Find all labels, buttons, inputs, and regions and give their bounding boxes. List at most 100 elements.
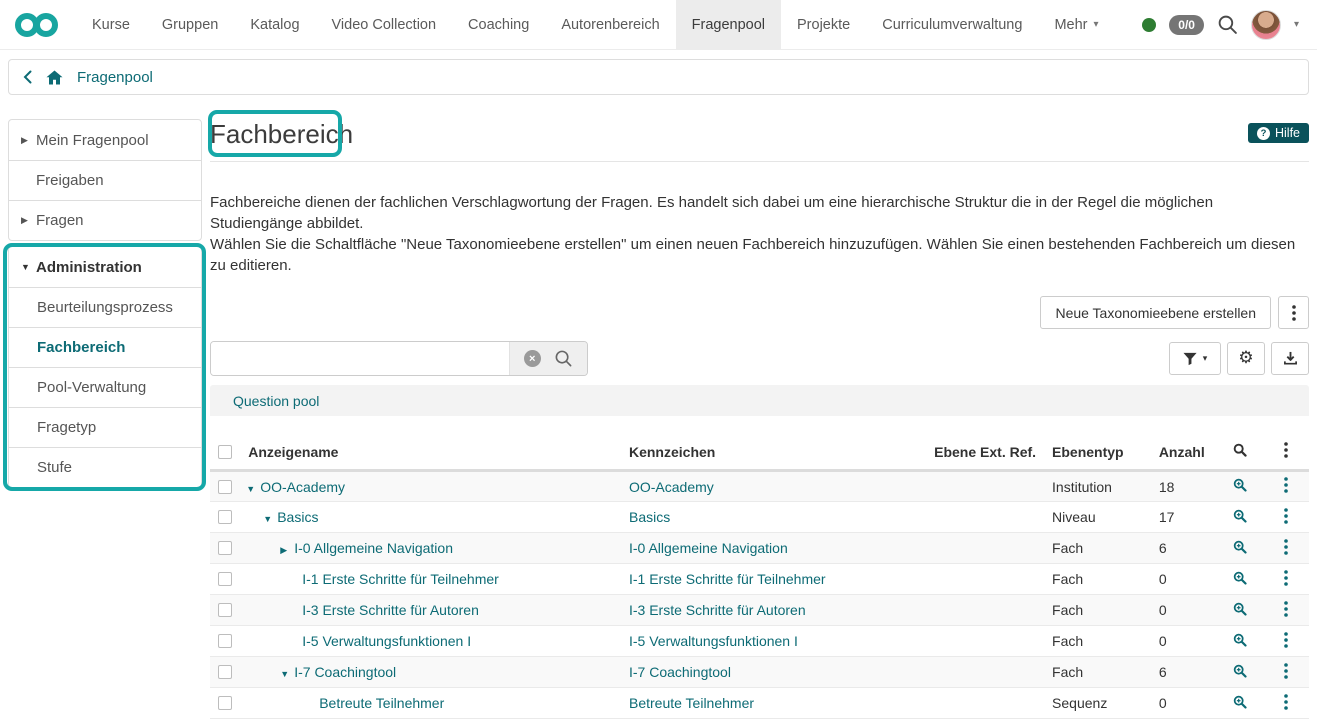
taxonomy-code-link[interactable]: I-5 Verwaltungsfunktionen I bbox=[629, 633, 798, 649]
zoom-icon[interactable] bbox=[1233, 540, 1247, 554]
tree-root-link[interactable]: Question pool bbox=[233, 393, 319, 409]
sidebar-item-freigaben[interactable]: Freigaben bbox=[9, 160, 201, 200]
search-icon[interactable] bbox=[1217, 14, 1238, 35]
row-checkbox[interactable] bbox=[218, 696, 232, 710]
triangle-down-icon[interactable]: ▼ bbox=[280, 669, 294, 679]
zoom-icon[interactable] bbox=[1233, 478, 1247, 492]
nav-item-autorenbereich[interactable]: Autorenbereich bbox=[545, 0, 675, 49]
nav-item-kurse[interactable]: Kurse bbox=[76, 0, 146, 49]
breadcrumb-item-fragenpool[interactable]: Fragenpool bbox=[77, 69, 153, 86]
zoom-icon[interactable] bbox=[1233, 633, 1247, 647]
menu-dots-icon[interactable] bbox=[1284, 663, 1288, 679]
cell-kennzeichen: Basics bbox=[621, 502, 893, 533]
zoom-icon[interactable] bbox=[1233, 602, 1247, 616]
triangle-right-icon[interactable]: ▶ bbox=[280, 545, 294, 556]
triangle-down-icon[interactable]: ▼ bbox=[263, 514, 277, 524]
help-button[interactable]: ? Hilfe bbox=[1248, 123, 1309, 143]
menu-dots-icon[interactable] bbox=[1284, 508, 1288, 524]
row-checkbox[interactable] bbox=[218, 510, 232, 524]
row-checkbox[interactable] bbox=[218, 665, 232, 679]
sidebar-item-fachbereich[interactable]: Fachbereich bbox=[9, 327, 201, 367]
taxonomy-code-link[interactable]: I-7 Coachingtool bbox=[629, 664, 731, 680]
nav-item-video-collection[interactable]: Video Collection bbox=[316, 0, 453, 49]
menu-dots-icon[interactable] bbox=[1284, 601, 1288, 617]
header-zoom-icon[interactable] bbox=[1233, 443, 1247, 457]
taxonomy-name-link[interactable]: Betreute Teilnehmer bbox=[319, 695, 444, 711]
sidebar-item-mein-fragenpool[interactable]: ▶Mein Fragenpool bbox=[9, 120, 201, 160]
taxonomy-code-link[interactable]: OO-Academy bbox=[629, 479, 714, 495]
sidebar-item-label: Fragen bbox=[36, 212, 84, 229]
nav-item-gruppen[interactable]: Gruppen bbox=[146, 0, 234, 49]
zoom-icon[interactable] bbox=[1233, 571, 1247, 585]
taxonomy-name-link[interactable]: I-0 Allgemeine Navigation bbox=[294, 540, 453, 556]
cell-kennzeichen: Betreute Teilnehmer bbox=[621, 688, 893, 719]
cell-anzahl: 0 bbox=[1151, 564, 1217, 595]
download-button[interactable] bbox=[1271, 342, 1309, 375]
zoom-icon[interactable] bbox=[1233, 695, 1247, 709]
row-checkbox[interactable] bbox=[218, 572, 232, 586]
avatar[interactable] bbox=[1251, 10, 1281, 40]
nav-item-mehr[interactable]: Mehr▾ bbox=[1038, 0, 1114, 49]
nav-item-projekte[interactable]: Projekte bbox=[781, 0, 866, 49]
taxonomy-code-link[interactable]: I-1 Erste Schritte für Teilnehmer bbox=[629, 571, 826, 587]
cell-menu bbox=[1264, 688, 1309, 719]
taxonomy-code-link[interactable]: Betreute Teilnehmer bbox=[629, 695, 754, 711]
taxonomy-code-link[interactable]: I-3 Erste Schritte für Autoren bbox=[629, 602, 806, 618]
column-header-ebenentyp[interactable]: Ebenentyp bbox=[1044, 434, 1151, 471]
column-header-anzahl[interactable]: Anzahl bbox=[1151, 434, 1217, 471]
search-input[interactable] bbox=[211, 342, 509, 375]
column-header-anzeigename[interactable]: Anzeigename bbox=[240, 434, 621, 471]
table-header-row: Anzeigename Kennzeichen Ebene Ext. Ref. … bbox=[210, 434, 1309, 471]
sidebar-item-fragetyp[interactable]: Fragetyp bbox=[9, 407, 201, 447]
nav-item-curriculumverwaltung[interactable]: Curriculumverwaltung bbox=[866, 0, 1038, 49]
submit-search-icon[interactable] bbox=[554, 349, 573, 368]
menu-dots-icon[interactable] bbox=[1284, 477, 1288, 493]
row-checkbox[interactable] bbox=[218, 634, 232, 648]
sidebar-item-stufe[interactable]: Stufe bbox=[9, 447, 201, 487]
header-menu-dots-icon[interactable] bbox=[1284, 442, 1288, 458]
cell-kennzeichen: I-0 Allgemeine Navigation bbox=[621, 533, 893, 564]
home-icon[interactable] bbox=[46, 70, 63, 85]
sidebar-item-administration[interactable]: ▼Administration bbox=[9, 247, 201, 287]
filter-button[interactable]: ▾ bbox=[1169, 342, 1221, 375]
sidebar-item-beurteilungsprozess[interactable]: Beurteilungsprozess bbox=[9, 287, 201, 327]
taxonomy-name-link[interactable]: OO-Academy bbox=[260, 479, 345, 495]
breadcrumb: Fragenpool bbox=[8, 59, 1309, 95]
cell-anzahl: 6 bbox=[1151, 657, 1217, 688]
column-header-kennzeichen[interactable]: Kennzeichen bbox=[621, 434, 893, 471]
taxonomy-name-link[interactable]: I-3 Erste Schritte für Autoren bbox=[302, 602, 479, 618]
nav-item-katalog[interactable]: Katalog bbox=[234, 0, 315, 49]
triangle-down-icon[interactable]: ▼ bbox=[246, 484, 260, 494]
taxonomy-name-link[interactable]: I-1 Erste Schritte für Teilnehmer bbox=[302, 571, 499, 587]
row-checkbox[interactable] bbox=[218, 541, 232, 555]
cell-zoom bbox=[1217, 657, 1263, 688]
more-actions-button[interactable] bbox=[1278, 296, 1309, 329]
taxonomy-name-link[interactable]: I-5 Verwaltungsfunktionen I bbox=[302, 633, 471, 649]
clear-search-icon[interactable]: × bbox=[524, 350, 541, 367]
taxonomy-name-link[interactable]: I-7 Coachingtool bbox=[294, 664, 396, 680]
back-chevron-icon[interactable] bbox=[23, 70, 32, 84]
select-all-checkbox[interactable] bbox=[218, 445, 232, 459]
sidebar-item-fragen[interactable]: ▶Fragen bbox=[9, 200, 201, 240]
taxonomy-code-link[interactable]: Basics bbox=[629, 509, 670, 525]
openolat-logo-icon[interactable] bbox=[14, 0, 66, 49]
menu-dots-icon[interactable] bbox=[1284, 570, 1288, 586]
sidebar-item-pool-verwaltung[interactable]: Pool-Verwaltung bbox=[9, 367, 201, 407]
nav-item-coaching[interactable]: Coaching bbox=[452, 0, 545, 49]
zoom-icon[interactable] bbox=[1233, 664, 1247, 678]
taxonomy-code-link[interactable]: I-0 Allgemeine Navigation bbox=[629, 540, 788, 556]
menu-dots-icon[interactable] bbox=[1284, 694, 1288, 710]
menu-dots-icon[interactable] bbox=[1284, 632, 1288, 648]
menu-dots-icon[interactable] bbox=[1284, 539, 1288, 555]
create-taxonomy-level-button[interactable]: Neue Taxonomieebene erstellen bbox=[1040, 296, 1271, 329]
cell-kennzeichen: I-5 Verwaltungsfunktionen I bbox=[621, 626, 893, 657]
row-checkbox[interactable] bbox=[218, 603, 232, 617]
chevron-down-icon[interactable]: ▾ bbox=[1294, 19, 1299, 30]
column-header-ebene-ext-ref[interactable]: Ebene Ext. Ref. bbox=[893, 434, 1044, 471]
row-checkbox[interactable] bbox=[218, 480, 232, 494]
taxonomy-name-link[interactable]: Basics bbox=[277, 509, 318, 525]
nav-item-fragenpool[interactable]: Fragenpool bbox=[676, 0, 781, 49]
assessment-counter-badge[interactable]: 0/0 bbox=[1169, 15, 1204, 35]
table-settings-button[interactable]: ⚙ bbox=[1227, 342, 1265, 375]
zoom-icon[interactable] bbox=[1233, 509, 1247, 523]
